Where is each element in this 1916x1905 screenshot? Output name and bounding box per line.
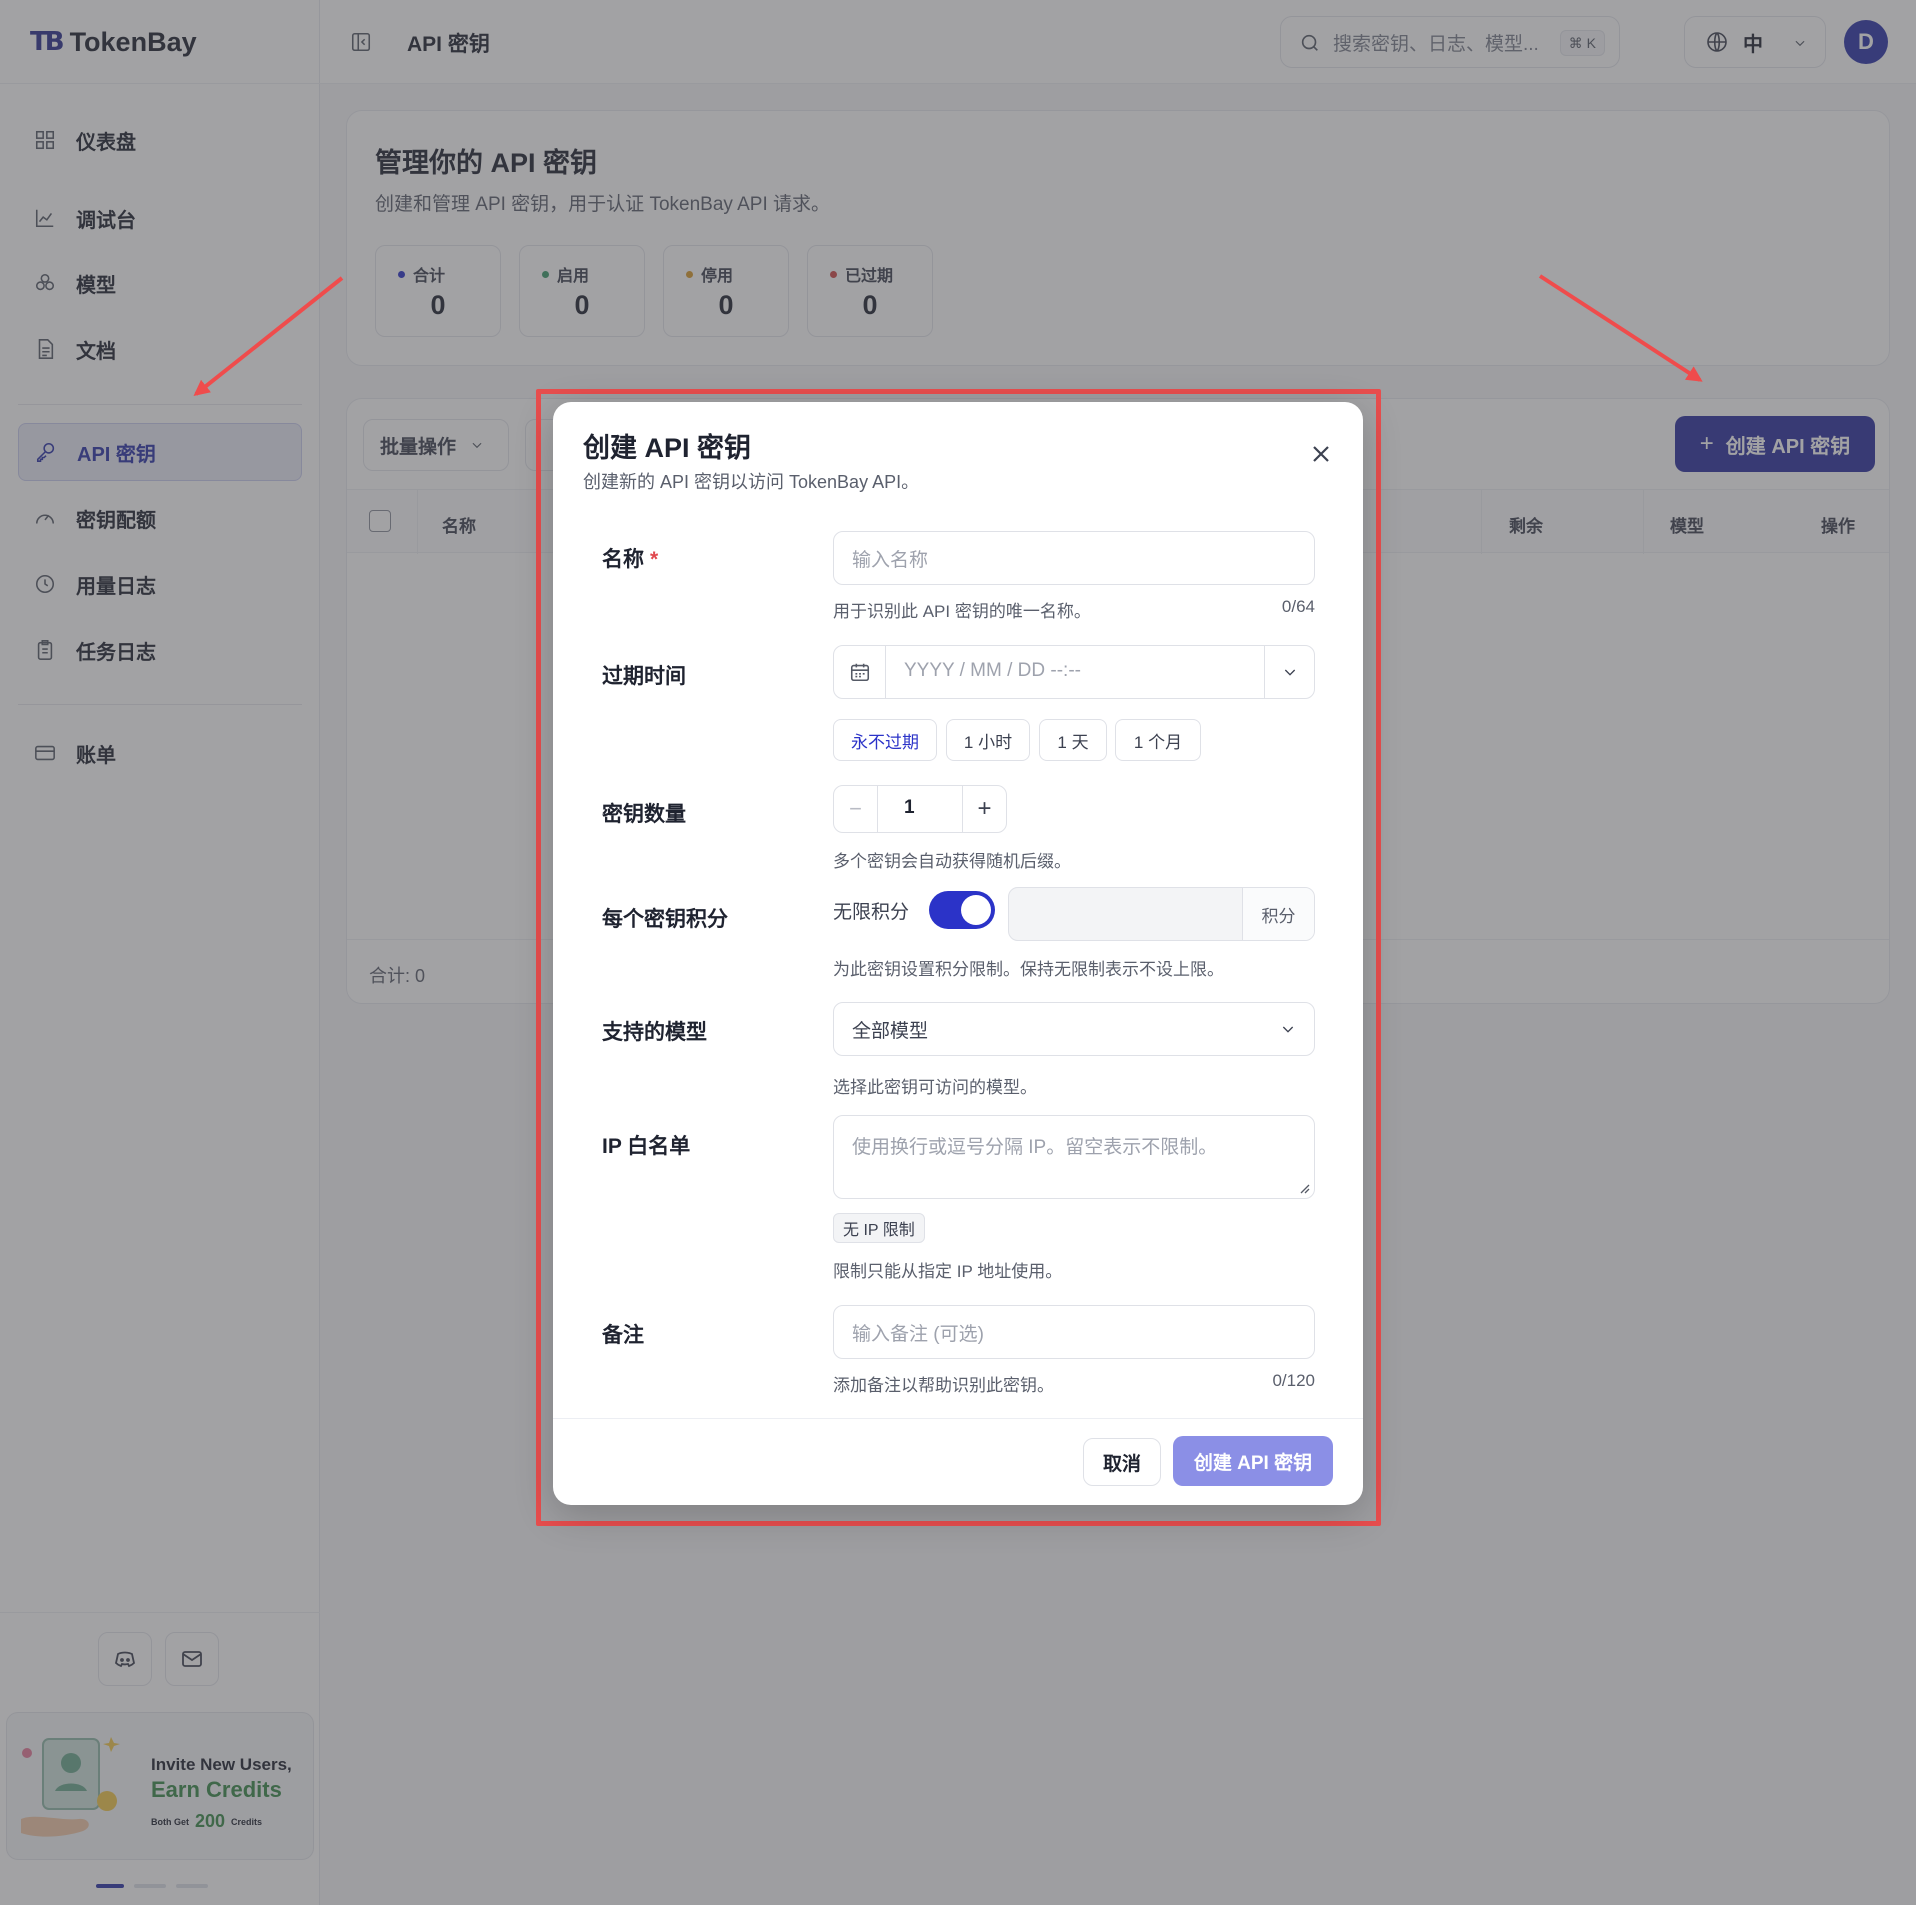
- chevron-down-icon: [1280, 1021, 1296, 1043]
- unlimited-credits-label: 无限积分: [833, 902, 910, 923]
- credits-suffix: 积分: [1242, 888, 1314, 940]
- key-count-help: 多个密钥会自动获得随机后缀。: [833, 852, 1071, 871]
- toggle-knob: [961, 895, 991, 925]
- name-help: 用于识别此 API 密钥的唯一名称。: [833, 602, 1091, 621]
- chevron-down-icon: [1284, 669, 1295, 676]
- expiry-label: 过期时间: [602, 665, 686, 688]
- dialog-subtitle: 创建新的 API 密钥以访问 TokenBay API。: [583, 472, 920, 492]
- ip-status-badge: 无 IP 限制: [833, 1213, 925, 1243]
- credits-help: 为此密钥设置积分限制。保持无限制表示不设上限。: [833, 960, 1224, 979]
- dialog-title: 创建 API 密钥: [583, 433, 752, 463]
- note-label: 备注: [602, 1324, 644, 1347]
- note-counter: 0/120: [1272, 1371, 1315, 1390]
- name-input[interactable]: 输入名称: [833, 531, 1315, 585]
- name-label: 名称 *: [602, 543, 658, 573]
- note-input[interactable]: 输入备注 (可选): [833, 1305, 1315, 1359]
- ip-whitelist-help: 限制只能从指定 IP 地址使用。: [833, 1262, 1063, 1281]
- calendar-button[interactable]: [834, 646, 886, 698]
- calendar-icon: [850, 663, 869, 682]
- expiry-chip-1-day[interactable]: 1 天: [1039, 719, 1107, 761]
- note-placeholder: 输入备注 (可选): [852, 1323, 984, 1345]
- dialog-footer-divider: [553, 1418, 1363, 1419]
- credits-input: 积分: [1008, 887, 1315, 941]
- unlimited-credits-toggle[interactable]: [929, 891, 995, 929]
- name-placeholder: 输入名称: [852, 549, 929, 571]
- key-count-stepper[interactable]: − 1 +: [833, 785, 1007, 833]
- close-button[interactable]: [1309, 442, 1333, 466]
- key-count-label: 密钥数量: [602, 803, 686, 826]
- resize-handle-icon[interactable]: [1298, 1182, 1310, 1194]
- close-icon: [1313, 446, 1329, 462]
- models-help: 选择此密钥可访问的模型。: [833, 1078, 1037, 1097]
- required-marker: *: [650, 548, 659, 571]
- expiry-chip-1-hour[interactable]: 1 小时: [946, 719, 1030, 761]
- create-api-key-dialog: 创建 API 密钥 创建新的 API 密钥以访问 TokenBay API。 名…: [553, 402, 1363, 1505]
- models-label: 支持的模型: [602, 1021, 707, 1044]
- note-help: 添加备注以帮助识别此密钥。: [833, 1376, 1054, 1395]
- name-counter: 0/64: [1281, 597, 1315, 616]
- ip-whitelist-label: IP 白名单: [602, 1135, 691, 1158]
- expiry-placeholder: YYYY / MM / DD --:--: [904, 660, 1081, 681]
- credits-label: 每个密钥积分: [602, 908, 728, 931]
- name-label-text: 名称: [602, 548, 644, 571]
- increment-button[interactable]: +: [962, 786, 1006, 832]
- expiry-chip-never[interactable]: 永不过期: [833, 719, 937, 761]
- key-count-value[interactable]: 1: [878, 797, 962, 819]
- decrement-button[interactable]: −: [834, 786, 878, 832]
- models-select[interactable]: 全部模型: [833, 1002, 1315, 1056]
- submit-create-button[interactable]: 创建 API 密钥: [1173, 1436, 1333, 1486]
- expiry-dropdown-button[interactable]: [1264, 646, 1314, 698]
- ip-whitelist-placeholder: 使用换行或逗号分隔 IP。留空表示不限制。: [852, 1137, 1218, 1158]
- cancel-button[interactable]: 取消: [1083, 1438, 1161, 1486]
- ip-whitelist-textarea[interactable]: 使用换行或逗号分隔 IP。留空表示不限制。: [833, 1115, 1315, 1199]
- expiry-datetime-input[interactable]: YYYY / MM / DD --:--: [833, 645, 1315, 699]
- models-value: 全部模型: [852, 1020, 929, 1042]
- expiry-chip-1-month[interactable]: 1 个月: [1115, 719, 1201, 761]
